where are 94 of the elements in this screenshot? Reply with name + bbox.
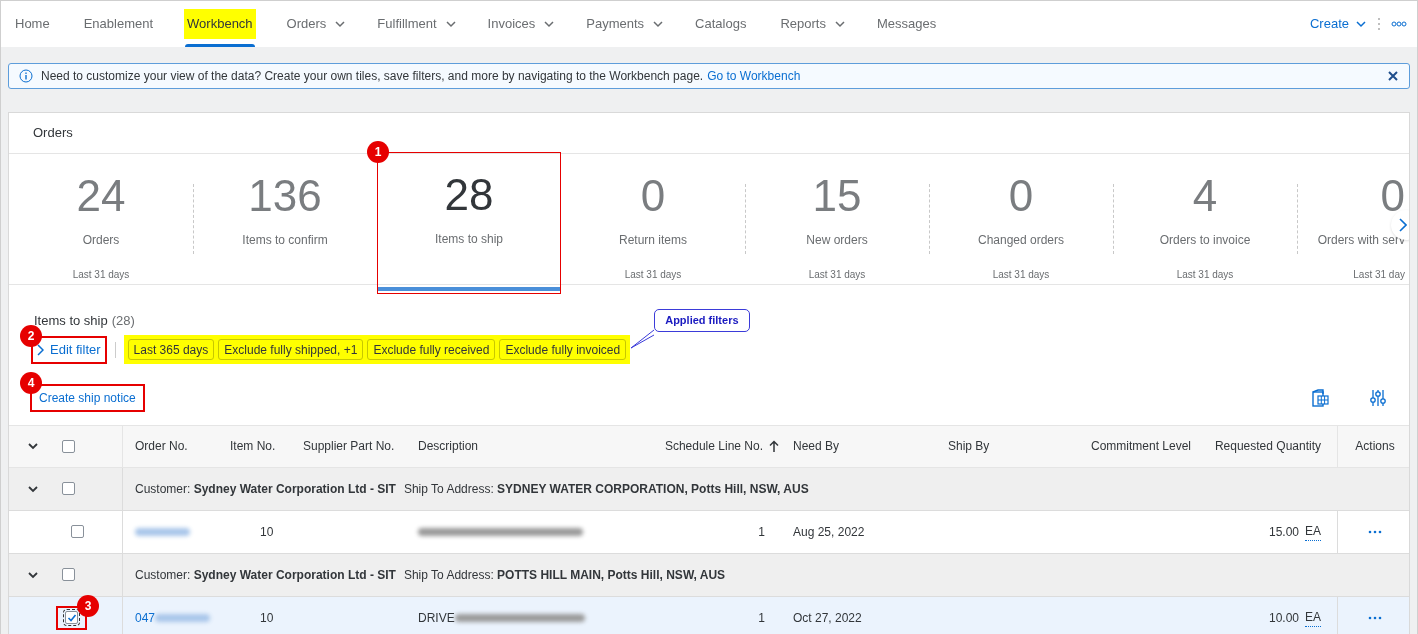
vertical-dots-icon — [1377, 16, 1381, 32]
leader-line — [631, 327, 656, 349]
unit-text[interactable]: EA — [1305, 608, 1321, 627]
close-icon — [1387, 70, 1399, 82]
tile-period: Last 31 days — [1176, 268, 1234, 282]
nav-tab[interactable]: Orders — [276, 1, 354, 47]
step-number-badge: 1 — [367, 141, 389, 163]
tile-count: 24 — [76, 174, 126, 218]
nav-tab[interactable]: Fulfillment — [367, 1, 464, 47]
nav-tab[interactable]: Home — [5, 1, 60, 47]
stat-tile[interactable]: 4 Orders to invoice Last 31 days — [1113, 154, 1297, 284]
table-cell-text: 10.00 — [1268, 609, 1299, 627]
spreadsheet-export-icon — [1311, 388, 1329, 407]
tile-count: 0 — [1008, 174, 1034, 218]
filter-chip[interactable]: Last 365 days — [127, 339, 215, 360]
tile-count: 136 — [248, 174, 322, 218]
table-row[interactable]: 10 1 Aug 25, 2022 15.00 EA — [9, 510, 1409, 554]
nav-tab[interactable]: Enablement — [73, 1, 164, 47]
section-title: Orders — [33, 124, 73, 143]
tile-label: Return items — [619, 232, 687, 249]
more-icon — [1391, 21, 1407, 27]
group-header-text: Customer: Sydney Water Corporation Ltd - SIT Ship To Address: SYDNEY WATER CORPORATION, Potts Hill, NSW, AUS — [135, 480, 809, 498]
order-link[interactable]: 047 — [135, 608, 211, 627]
tile-period: Last 31 days — [992, 268, 1050, 282]
workbench-link[interactable]: Go to Workbench — [707, 67, 801, 85]
chevron-right-icon — [37, 343, 44, 356]
group-header-text: Customer: Sydney Water Corporation Ltd - SIT Ship To Address: POTTS HILL MAIN, Potts Hill, NSW, AUS — [135, 566, 726, 584]
table-cell-text: Aug 25, 2022 — [793, 523, 865, 541]
filter-chip[interactable]: Exclude fully received — [367, 339, 496, 360]
tile-count: 15 — [812, 174, 862, 218]
tile-period: Last 31 days — [624, 268, 682, 282]
table-cell-text: 15.00 — [1268, 523, 1299, 541]
table-row[interactable]: 3 047 10 DRIVE 1 Oct 27, 2022 10.00 EA — [9, 596, 1409, 634]
checkbox[interactable] — [62, 439, 75, 453]
create-menu[interactable]: Create — [1309, 14, 1367, 34]
table-cell-text: 10 — [260, 523, 274, 541]
tile-period: Last 31 days — [808, 268, 866, 282]
column-header[interactable]: Supplier Part No. — [303, 437, 395, 455]
tile-label: New orders — [806, 232, 868, 249]
tile-label: Items to ship — [435, 231, 503, 248]
stat-tile[interactable]: 0 Return items Last 31 days — [561, 154, 745, 284]
checkbox[interactable] — [62, 568, 75, 581]
stat-tile[interactable]: 0 Changed orders Last 31 days — [929, 154, 1113, 284]
group-header-row[interactable]: Customer: Sydney Water Corporation Ltd - SIT Ship To Address: SYDNEY WATER CORPORATION, Potts Hill, NSW, AUS — [9, 467, 1409, 511]
tile-label: Items to confirm — [242, 232, 328, 249]
filter-chip[interactable]: Exclude fully shipped, +1 — [218, 339, 364, 360]
callout-label: Applied filters — [654, 309, 750, 332]
tile-label: Orders to invoice — [1159, 232, 1251, 249]
tile-label: Orders — [82, 232, 120, 249]
stat-tile[interactable]: 15 New orders Last 31 days — [745, 154, 929, 284]
unit-text[interactable]: EA — [1305, 522, 1321, 541]
tile-count: 0 — [640, 174, 666, 218]
checkbox[interactable] — [71, 525, 84, 538]
more-icon — [1368, 529, 1382, 534]
column-header[interactable]: Item No. — [230, 437, 276, 455]
info-icon — [19, 69, 33, 83]
table-cell-text: Oct 27, 2022 — [793, 609, 862, 627]
table-cell-text: 10 — [260, 609, 274, 627]
step-number-badge: 2 — [20, 324, 42, 347]
chevron-down-icon — [27, 440, 39, 452]
chevron-down-icon — [1355, 18, 1367, 30]
column-header[interactable]: Schedule Line No. — [664, 437, 779, 455]
tile-period: Last 31 days — [72, 268, 130, 282]
group-header-row[interactable]: Customer: Sydney Water Corporation Ltd - SIT Ship To Address: POTTS HILL MAIN, Potts Hill, NSW, AUS — [9, 553, 1409, 597]
more-icon — [1368, 615, 1382, 620]
chevron-right-icon — [1399, 218, 1407, 232]
column-header[interactable]: Order No. — [135, 437, 188, 455]
tile-count: 28 — [444, 173, 494, 217]
nav-tab[interactable]: Invoices — [477, 1, 563, 47]
nav-tab[interactable]: Reports — [770, 1, 853, 47]
banner-message: Need to customize your view of the data? Create your own tiles, save filters, and more by navigating to the Workbench page. — [41, 68, 704, 85]
step-number-badge: 4 — [20, 371, 42, 394]
checkbox[interactable] — [62, 482, 75, 495]
settings-icon — [1369, 388, 1387, 407]
nav-tab[interactable]: Payments — [576, 1, 672, 47]
tile-count: 0 — [1380, 174, 1405, 218]
column-header[interactable]: Requested Quantity — [1214, 437, 1321, 455]
tile-period: Last 31 day — [1353, 268, 1405, 282]
checkbox[interactable] — [65, 611, 78, 624]
column-header[interactable]: Actions — [1355, 437, 1395, 455]
column-header[interactable]: Ship By — [948, 437, 990, 455]
item-count: (28) — [111, 312, 135, 330]
filter-chip[interactable]: Exclude fully invoiced — [499, 339, 627, 360]
table-cell-text: 1 — [758, 523, 765, 541]
tile-label: Changed orders — [977, 232, 1065, 249]
column-header[interactable]: Description — [418, 437, 479, 455]
nav-tab[interactable]: Messages — [866, 1, 947, 47]
table-cell-text: 1 — [758, 609, 765, 627]
stat-tile[interactable]: 24 Orders Last 31 days — [9, 154, 193, 284]
nav-tab[interactable]: Catalogs — [685, 1, 757, 47]
tile-count: 4 — [1192, 174, 1218, 218]
description-text: DRIVE — [418, 608, 585, 627]
column-header[interactable]: Need By — [793, 437, 840, 455]
column-header[interactable]: Commitment Level — [1090, 437, 1191, 455]
